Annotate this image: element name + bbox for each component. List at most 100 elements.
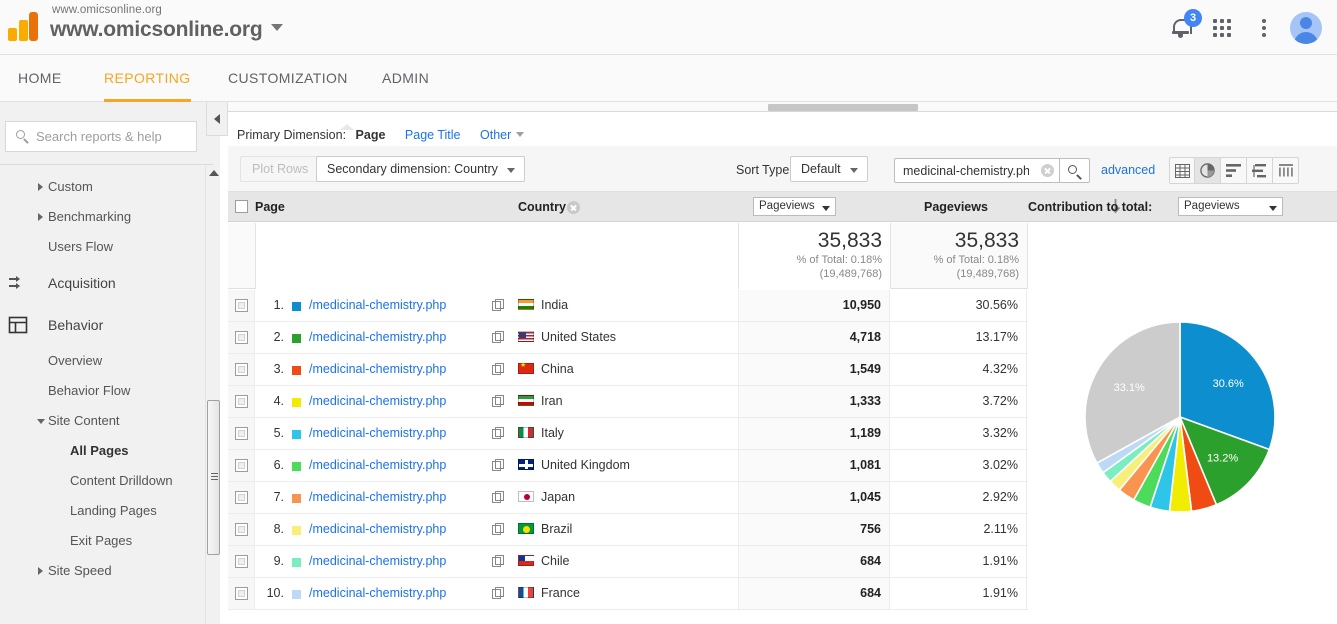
collapse-sidebar-button[interactable] [206,102,228,136]
row-country: France [541,586,580,600]
row-checkbox-cell [228,290,255,321]
primary-dimension-page[interactable]: Page [356,128,386,142]
report-content: Primary Dimension: Page Page Title Other… [228,102,1337,624]
row-page-link[interactable]: /medicinal-chemistry.php [309,418,446,449]
tab-reporting[interactable]: REPORTING [104,55,191,102]
chevron-right-icon [38,213,43,221]
sidebar-item-site-content[interactable]: Site Content [0,406,213,436]
row-color-swatch [292,302,301,311]
open-in-new-icon[interactable] [492,491,505,504]
open-in-new-icon[interactable] [492,427,505,440]
apps-grid-button[interactable] [1201,7,1243,49]
sidebar-item-users-flow[interactable]: Users Flow [0,232,213,262]
plot-rows-button[interactable]: Plot Rows [240,156,321,182]
open-in-new-icon[interactable] [492,587,505,600]
sidebar-item-label: Content Drilldown [70,473,173,488]
advanced-filter-link[interactable]: advanced [1101,163,1155,177]
contribution-metric-select[interactable]: Pageviews [1178,197,1283,216]
metric-select[interactable]: Pageviews [753,197,836,216]
row-checkbox[interactable] [235,587,248,600]
account-selector[interactable]: www.omicsonline.org [50,18,284,42]
row-checkbox[interactable] [235,555,248,568]
sidebar-item-label: Exit Pages [70,533,133,548]
row-checkbox[interactable] [235,523,248,536]
tab-admin[interactable]: ADMIN [382,55,429,102]
notifications-button[interactable]: 3 [1159,7,1202,49]
view-performance-button[interactable] [1247,157,1273,184]
row-pageviews: 10,950 [738,290,890,321]
row-checkbox[interactable] [235,331,248,344]
open-in-new-icon[interactable] [492,395,505,408]
row-checkbox[interactable] [235,395,248,408]
primary-dimension-page-title[interactable]: Page Title [405,128,461,142]
row-index: 7. [273,490,284,504]
row-checkbox-cell [228,482,255,513]
table-search-button[interactable] [1060,158,1090,183]
sort-type-select[interactable]: Default [790,156,868,182]
clear-search-icon[interactable] [1041,164,1054,177]
view-pivot-button[interactable] [1273,157,1299,184]
column-header-pageviews[interactable]: Pageviews [924,192,988,222]
more-options-button[interactable] [1243,7,1285,49]
horizontal-scrollbar-thumb[interactable] [768,104,918,111]
select-all-checkbox[interactable] [235,200,248,213]
column-header-country[interactable]: Country [518,192,566,222]
table-search-input[interactable] [901,159,1031,182]
scroll-up-arrow-icon[interactable] [209,170,219,176]
horizontal-scrollbar[interactable] [228,102,1337,112]
row-page-link[interactable]: /medicinal-chemistry.php [309,322,446,353]
secondary-dimension-select[interactable]: Secondary dimension: Country [316,156,525,182]
row-page-link[interactable]: /medicinal-chemistry.php [309,450,446,481]
sidebar-item-content-drilldown[interactable]: Content Drilldown [0,466,213,496]
row-index: 3. [273,362,284,376]
row-page-link[interactable]: /medicinal-chemistry.php [309,514,446,545]
sidebar-search[interactable] [5,121,197,152]
account-avatar-button[interactable] [1285,7,1327,49]
row-pageviews: 1,189 [738,418,890,449]
open-in-new-icon[interactable] [492,331,505,344]
row-checkbox[interactable] [235,363,248,376]
row-checkbox[interactable] [235,299,248,312]
view-table-button[interactable] [1169,157,1195,184]
country-flag-icon [518,299,534,310]
sidebar-item-behavior[interactable]: Behavior [0,304,213,346]
sidebar-scrollbar[interactable] [205,166,220,624]
row-page-link[interactable]: /medicinal-chemistry.php [309,354,446,385]
pie-chart-svg[interactable]: 30.6% 13.2% 33.1% [1028,289,1337,589]
row-checkbox[interactable] [235,427,248,440]
sidebar-item-benchmarking[interactable]: Benchmarking [0,202,213,232]
row-page-link[interactable]: /medicinal-chemistry.php [309,546,446,577]
sidebar-scrollbar-thumb[interactable] [207,400,220,555]
chevron-down-icon [1269,206,1277,211]
sidebar-item-landing-pages[interactable]: Landing Pages [0,496,213,526]
remove-secondary-dimension-icon[interactable] [567,201,580,214]
open-in-new-icon[interactable] [492,299,505,312]
sidebar-item-overview[interactable]: Overview [0,346,213,376]
view-bar-button[interactable] [1221,157,1247,184]
table-search-box[interactable] [894,158,1060,183]
row-page-link[interactable]: /medicinal-chemistry.php [309,578,446,609]
open-in-new-icon[interactable] [492,363,505,376]
row-page-link[interactable]: /medicinal-chemistry.php [309,482,446,513]
view-pie-button[interactable] [1195,157,1221,184]
open-in-new-icon[interactable] [492,523,505,536]
row-page-link[interactable]: /medicinal-chemistry.php [309,290,446,321]
sidebar-item-exit-pages[interactable]: Exit Pages [0,526,213,556]
sidebar-item-behavior-flow[interactable]: Behavior Flow [0,376,213,406]
row-page-link[interactable]: /medicinal-chemistry.php [309,386,446,417]
sidebar-item-all-pages[interactable]: All Pages [0,436,213,466]
search-reports-input[interactable] [34,122,194,151]
chevron-down-icon [271,24,284,31]
sidebar-item-acquisition[interactable]: Acquisition [0,262,213,304]
sidebar-item-custom[interactable]: Custom [0,172,213,202]
column-header-page[interactable]: Page [255,192,285,222]
open-in-new-icon[interactable] [492,555,505,568]
open-in-new-icon[interactable] [492,459,505,472]
tab-home[interactable]: HOME [18,55,62,102]
sidebar-item-site-speed[interactable]: Site Speed [0,556,213,586]
row-checkbox[interactable] [235,491,248,504]
metric-select-value: Pageviews [759,200,815,212]
row-checkbox[interactable] [235,459,248,472]
tab-customization[interactable]: CUSTOMIZATION [228,55,348,102]
primary-dimension-other[interactable]: Other [480,128,525,142]
